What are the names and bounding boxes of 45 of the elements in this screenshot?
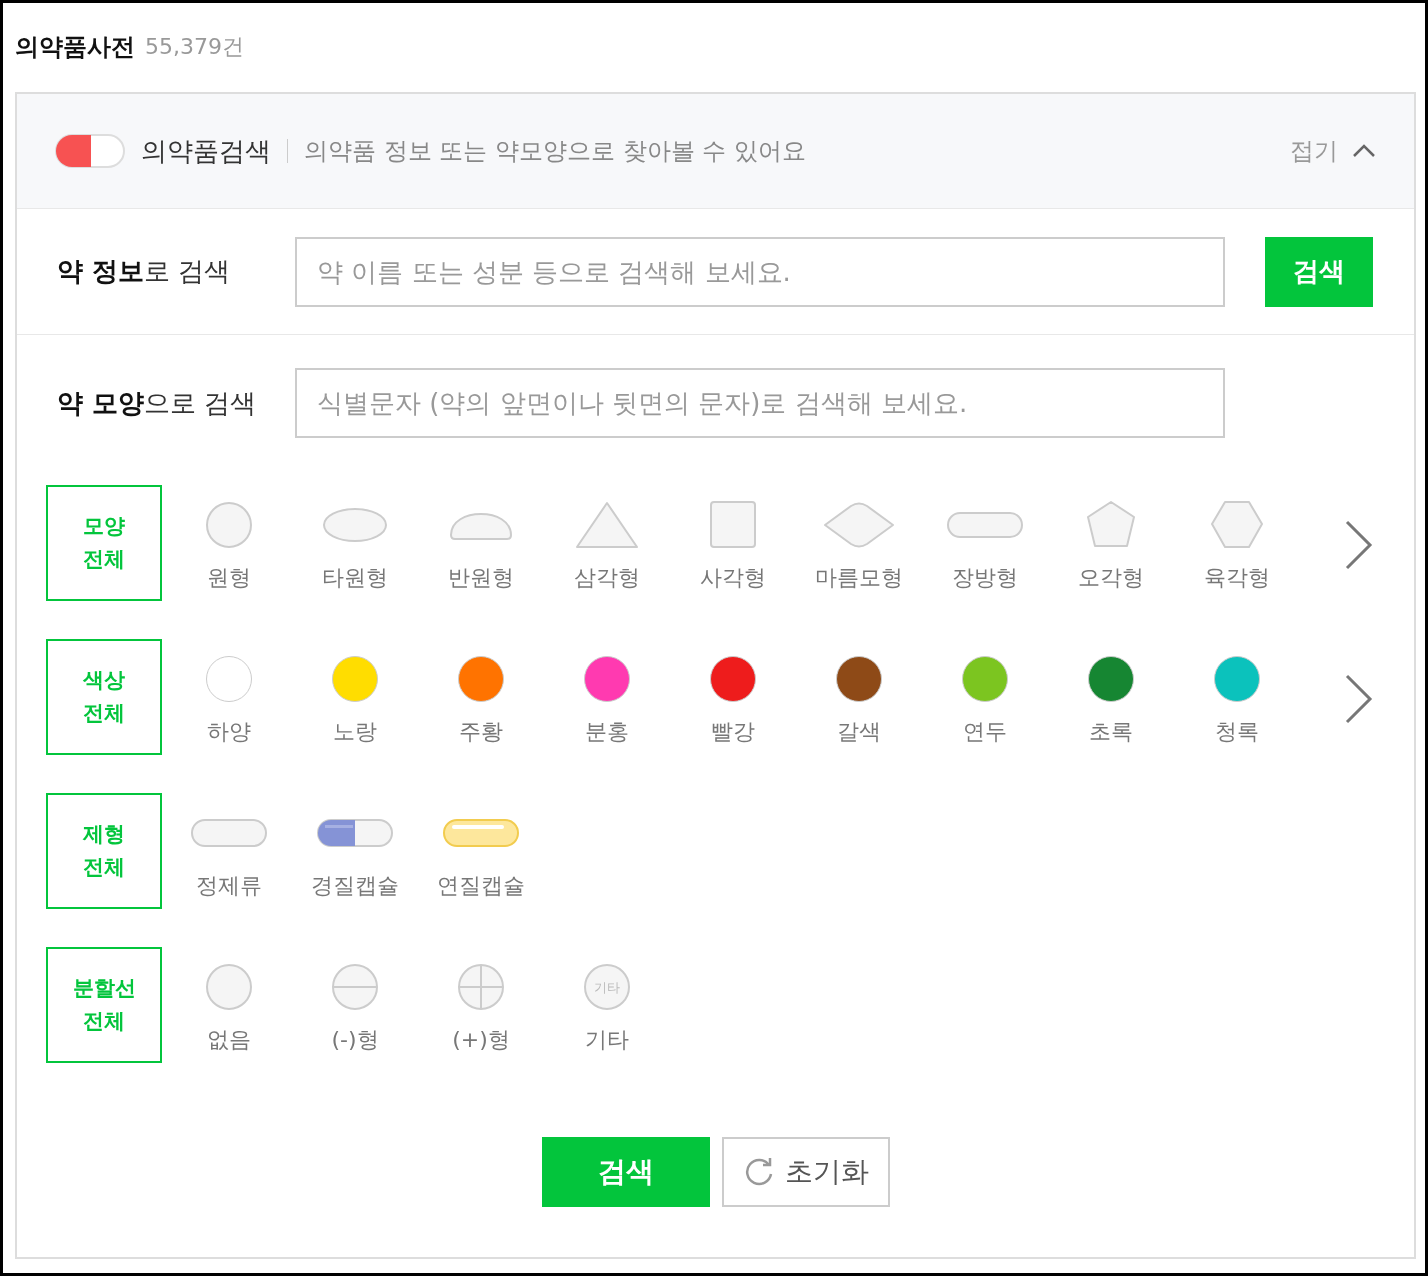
filter-option[interactable]: 빨강: [670, 639, 796, 747]
panel-description: 의약품 정보 또는 약모양으로 찾아볼 수 있어요: [304, 136, 807, 167]
filter-option[interactable]: 기타 기타: [544, 947, 670, 1055]
filter-option[interactable]: 육각형: [1174, 485, 1300, 593]
filter-option[interactable]: 원형: [166, 485, 292, 593]
filter-option[interactable]: 없음: [166, 947, 292, 1055]
filter-option[interactable]: 반원형: [418, 485, 544, 593]
panel-title: 의약품검색: [141, 134, 271, 168]
all-filter-button[interactable]: 제형 전체: [46, 793, 162, 909]
search-field[interactable]: 약 이름 또는 성분 등으로 검색해 보세요.: [295, 236, 1225, 307]
filter-option[interactable]: 삼각형: [544, 485, 670, 593]
filter-option[interactable]: 주황: [418, 639, 544, 747]
all-filter-button[interactable]: 분할선 전체: [46, 947, 162, 1063]
search-label: 약 모양으로 검색: [57, 386, 258, 420]
result-count: 55,379건: [145, 32, 244, 61]
filter-option[interactable]: 노랑: [292, 639, 418, 747]
all-filter-button[interactable]: 모양 전체: [46, 485, 162, 601]
capsule-icon: [55, 134, 125, 168]
filter-option[interactable]: 장방형: [922, 485, 1048, 593]
search-field[interactable]: 식별문자 (약의 앞면이나 뒷면의 문자)로 검색해 보세요.: [295, 368, 1225, 438]
filter-option[interactable]: 연두: [922, 639, 1048, 747]
collapse-button[interactable]: 접기: [1290, 135, 1376, 167]
filter-option[interactable]: 마름모형: [796, 485, 922, 593]
filter-option[interactable]: 하양: [166, 639, 292, 747]
all-filter-button[interactable]: 색상 전체: [46, 639, 162, 755]
capsule-icon: [190, 818, 268, 848]
filter-option[interactable]: 경질캡슐: [292, 793, 418, 901]
filter-option[interactable]: 연질캡슐: [418, 793, 544, 901]
reset-button[interactable]: 초기화: [721, 1137, 890, 1207]
page-title: 의약품사전: [15, 31, 135, 63]
filter-option[interactable]: 오각형: [1048, 485, 1174, 593]
search-label: 약 정보로 검색: [57, 255, 232, 288]
filter-option[interactable]: 분홍: [544, 639, 670, 747]
filter-option[interactable]: 청록: [1174, 639, 1300, 747]
search-button[interactable]: 검색: [541, 1137, 710, 1207]
filter-option[interactable]: 타원형: [292, 485, 418, 593]
filter-option[interactable]: 정제류: [166, 793, 292, 901]
filter-option[interactable]: 갈색: [796, 639, 922, 747]
capsule-icon: [316, 818, 394, 848]
filter-option[interactable]: (+)형: [418, 947, 544, 1055]
filter-option[interactable]: 사각형: [670, 485, 796, 593]
filter-option[interactable]: (-)형: [292, 947, 418, 1055]
filter-option[interactable]: 초록: [1048, 639, 1174, 747]
capsule-icon: [442, 818, 520, 848]
search-button[interactable]: 검색: [1265, 236, 1373, 307]
